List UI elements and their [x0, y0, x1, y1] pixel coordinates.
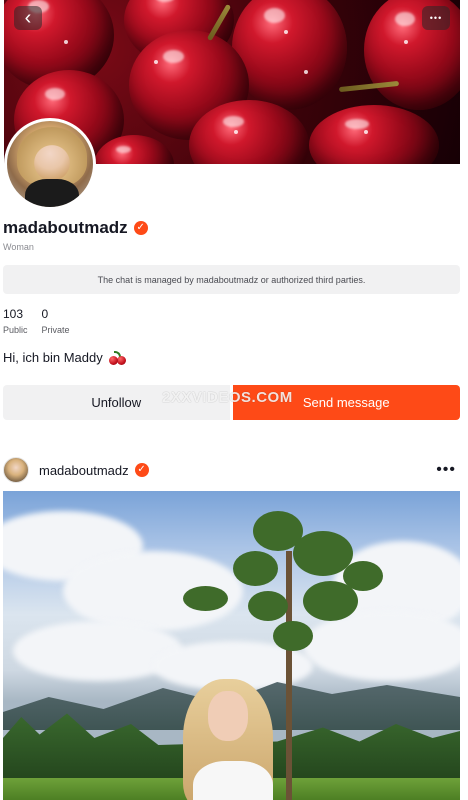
chevron-left-icon: ‹ — [24, 7, 32, 29]
stat-public-value: 103 — [3, 307, 24, 321]
post-author-username[interactable]: madaboutmadz — [39, 463, 129, 478]
chat-managed-notice: The chat is managed by madaboutmadz or a… — [3, 265, 460, 294]
stat-public-label: Public — [3, 325, 28, 335]
profile-avatar[interactable] — [4, 118, 96, 210]
profile-username: madaboutmadz — [3, 218, 128, 237]
stat-private-value: 0 — [41, 307, 49, 321]
stat-private[interactable]: 0 Private — [42, 307, 70, 335]
post-more-button[interactable]: ••• — [436, 461, 456, 479]
profile-actions: Unfollow Send message — [3, 385, 460, 420]
post-header: madaboutmadz ✓ ••• — [3, 455, 460, 485]
send-message-button[interactable]: Send message — [232, 385, 460, 420]
verified-badge-icon: ✓ — [134, 463, 149, 477]
chat-notice-text: The chat is managed by madaboutmadz or a… — [97, 274, 366, 285]
stat-private-label: Private — [41, 325, 70, 335]
stat-public[interactable]: 103 Public — [3, 307, 28, 335]
profile-gender: Woman — [3, 242, 34, 252]
bio-text: Hi, ich bin Maddy — [3, 350, 103, 365]
cover-more-button[interactable]: ••• — [422, 6, 450, 30]
post-author-avatar[interactable] — [3, 457, 29, 483]
profile-stats: 103 Public 0 Private — [3, 307, 70, 335]
more-icon: ••• — [429, 13, 443, 23]
profile-bio: Hi, ich bin Maddy — [3, 350, 127, 365]
unfollow-button[interactable]: Unfollow — [3, 385, 230, 420]
verified-badge-icon: ✓ — [133, 221, 148, 235]
profile-name-row: madaboutmadz ✓ — [3, 218, 148, 238]
back-button[interactable]: ‹ — [14, 6, 42, 30]
post-image[interactable] — [3, 491, 460, 800]
cherry-emoji-icon — [108, 350, 127, 365]
